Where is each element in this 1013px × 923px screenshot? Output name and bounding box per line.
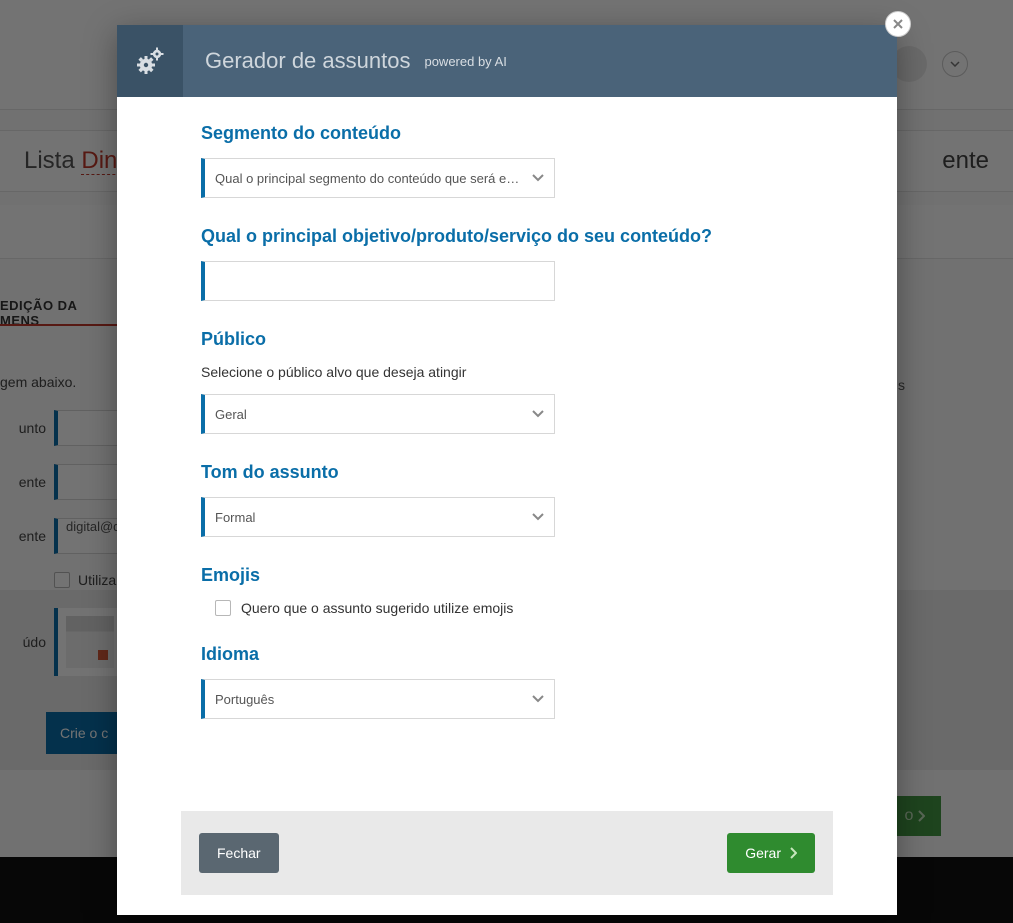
modal-close-button[interactable] — [885, 11, 911, 37]
modal-subtitle: powered by AI — [424, 54, 506, 69]
field-emojis: Emojis Quero que o assunto sugerido util… — [201, 565, 805, 616]
modal-header-iconbox — [117, 25, 183, 97]
modal-title: Gerador de assuntos — [205, 48, 410, 74]
gears-icon — [135, 46, 165, 76]
label-publico: Público — [201, 329, 805, 350]
subject-generator-modal: Gerador de assuntos powered by AI Segmen… — [117, 25, 897, 915]
select-segmento[interactable]: Qual o principal segmento do conteúdo qu… — [201, 158, 555, 198]
modal-body[interactable]: Segmento do conteúdo Qual o principal se… — [201, 123, 833, 811]
checkbox-emojis-label: Quero que o assunto sugerido utilize emo… — [241, 600, 513, 616]
modal-footer: Fechar Gerar — [181, 811, 833, 895]
label-tom: Tom do assunto — [201, 462, 805, 483]
chevron-down-icon — [532, 508, 544, 526]
chevron-down-icon — [532, 169, 544, 187]
input-objetivo-field[interactable] — [215, 274, 520, 289]
close-button-label: Fechar — [217, 845, 261, 861]
checkbox-emojis[interactable] — [215, 600, 231, 616]
select-idioma[interactable]: Português — [201, 679, 555, 719]
chevron-down-icon — [532, 690, 544, 708]
label-segmento: Segmento do conteúdo — [201, 123, 805, 144]
label-objetivo: Qual o principal objetivo/produto/serviç… — [201, 226, 805, 247]
select-publico[interactable]: Geral — [201, 394, 555, 434]
select-segmento-value: Qual o principal segmento do conteúdo qu… — [215, 171, 520, 186]
label-idioma: Idioma — [201, 644, 805, 665]
field-objetivo: Qual o principal objetivo/produto/serviç… — [201, 226, 805, 301]
modal-header: Gerador de assuntos powered by AI — [117, 25, 897, 97]
close-icon — [893, 19, 903, 29]
desc-publico: Selecione o público alvo que deseja atin… — [201, 364, 805, 380]
generate-button-label: Gerar — [745, 845, 781, 861]
field-idioma: Idioma Português — [201, 644, 805, 719]
close-button[interactable]: Fechar — [199, 833, 279, 873]
field-tom: Tom do assunto Formal — [201, 462, 805, 537]
modal-body-wrap: Segmento do conteúdo Qual o principal se… — [117, 97, 897, 811]
chevron-down-icon — [532, 405, 544, 423]
chevron-right-icon — [789, 847, 797, 859]
label-emojis: Emojis — [201, 565, 805, 586]
select-tom-value: Formal — [215, 510, 520, 525]
field-publico: Público Selecione o público alvo que des… — [201, 329, 805, 434]
generate-button[interactable]: Gerar — [727, 833, 815, 873]
select-tom[interactable]: Formal — [201, 497, 555, 537]
select-publico-value: Geral — [215, 407, 520, 422]
select-idioma-value: Português — [215, 692, 520, 707]
field-segmento: Segmento do conteúdo Qual o principal se… — [201, 123, 805, 198]
input-objetivo[interactable] — [201, 261, 555, 301]
